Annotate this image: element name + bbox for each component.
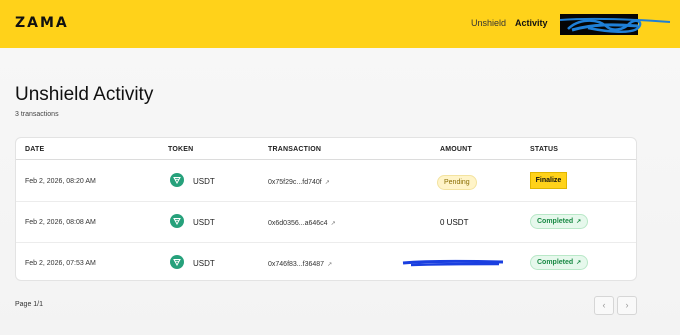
column-status: STATUS: [530, 146, 559, 153]
tether-icon: [170, 214, 184, 228]
redaction-scribble: [559, 17, 671, 33]
top-bar: ZAMA Unshield Activity: [0, 0, 680, 48]
tether-icon: [170, 255, 184, 269]
column-date: DATE: [25, 146, 45, 153]
nav-activity[interactable]: Activity: [515, 18, 548, 28]
tether-icon: [170, 173, 184, 187]
row-transaction-link[interactable]: 0x746f83...f36487 ↗: [268, 261, 332, 268]
external-link-icon: ↗: [327, 262, 333, 268]
external-link-icon: ↗: [576, 219, 582, 225]
next-page-button[interactable]: ›: [617, 296, 637, 315]
finalize-button[interactable]: Finalize: [530, 172, 567, 189]
column-token: TOKEN: [168, 146, 194, 153]
status-label: Completed: [537, 259, 574, 266]
row-transaction-hash: 0x6d0356...a646c4: [268, 220, 328, 227]
pagination-label: Page 1/1: [15, 301, 44, 308]
row-transaction-hash: 0x746f83...f36487: [268, 261, 325, 268]
activity-table: DATE TOKEN TRANSACTION AMOUNT STATUS Feb…: [15, 137, 637, 281]
status-label: Completed: [537, 218, 574, 225]
external-link-icon: ↗: [330, 221, 336, 227]
amount-pending-badge: Pending: [437, 175, 477, 190]
external-link-icon: ↗: [576, 260, 582, 266]
table-header: DATE TOKEN TRANSACTION AMOUNT STATUS: [16, 138, 636, 160]
table-row: Feb 2, 2026, 08:20 AM USDT 0x75f29c...fd…: [16, 161, 636, 202]
external-link-icon: ↗: [324, 180, 330, 186]
row-amount: 0 USDT: [440, 218, 469, 227]
row-token: USDT: [193, 259, 215, 268]
page-title: Unshield Activity: [15, 84, 154, 105]
amount-redaction: [402, 259, 504, 267]
zama-logo[interactable]: ZAMA: [15, 15, 69, 31]
row-date: Feb 2, 2026, 07:53 AM: [25, 260, 96, 267]
row-transaction-link[interactable]: 0x6d0356...a646c4 ↗: [268, 220, 336, 227]
transaction-count: 3 transactions: [15, 111, 59, 118]
row-token: USDT: [193, 218, 215, 227]
prev-page-button[interactable]: ‹: [594, 296, 614, 315]
table-row: Feb 2, 2026, 08:08 AM USDT 0x6d0356...a6…: [16, 202, 636, 243]
row-token: USDT: [193, 177, 215, 186]
status-completed-link[interactable]: Completed ↗: [530, 214, 589, 229]
row-transaction-hash: 0x75f29c...fd740f: [268, 179, 322, 186]
table-row: Feb 2, 2026, 07:53 AM USDT 0x746f83...f3…: [16, 243, 636, 280]
status-completed-link[interactable]: Completed ↗: [530, 255, 589, 270]
column-transaction: TRANSACTION: [268, 146, 322, 153]
nav-unshield[interactable]: Unshield: [471, 18, 506, 28]
row-transaction-link[interactable]: 0x75f29c...fd740f ↗: [268, 179, 330, 186]
row-date: Feb 2, 2026, 08:20 AM: [25, 178, 96, 185]
row-date: Feb 2, 2026, 08:08 AM: [25, 219, 96, 226]
column-amount: AMOUNT: [440, 146, 472, 153]
